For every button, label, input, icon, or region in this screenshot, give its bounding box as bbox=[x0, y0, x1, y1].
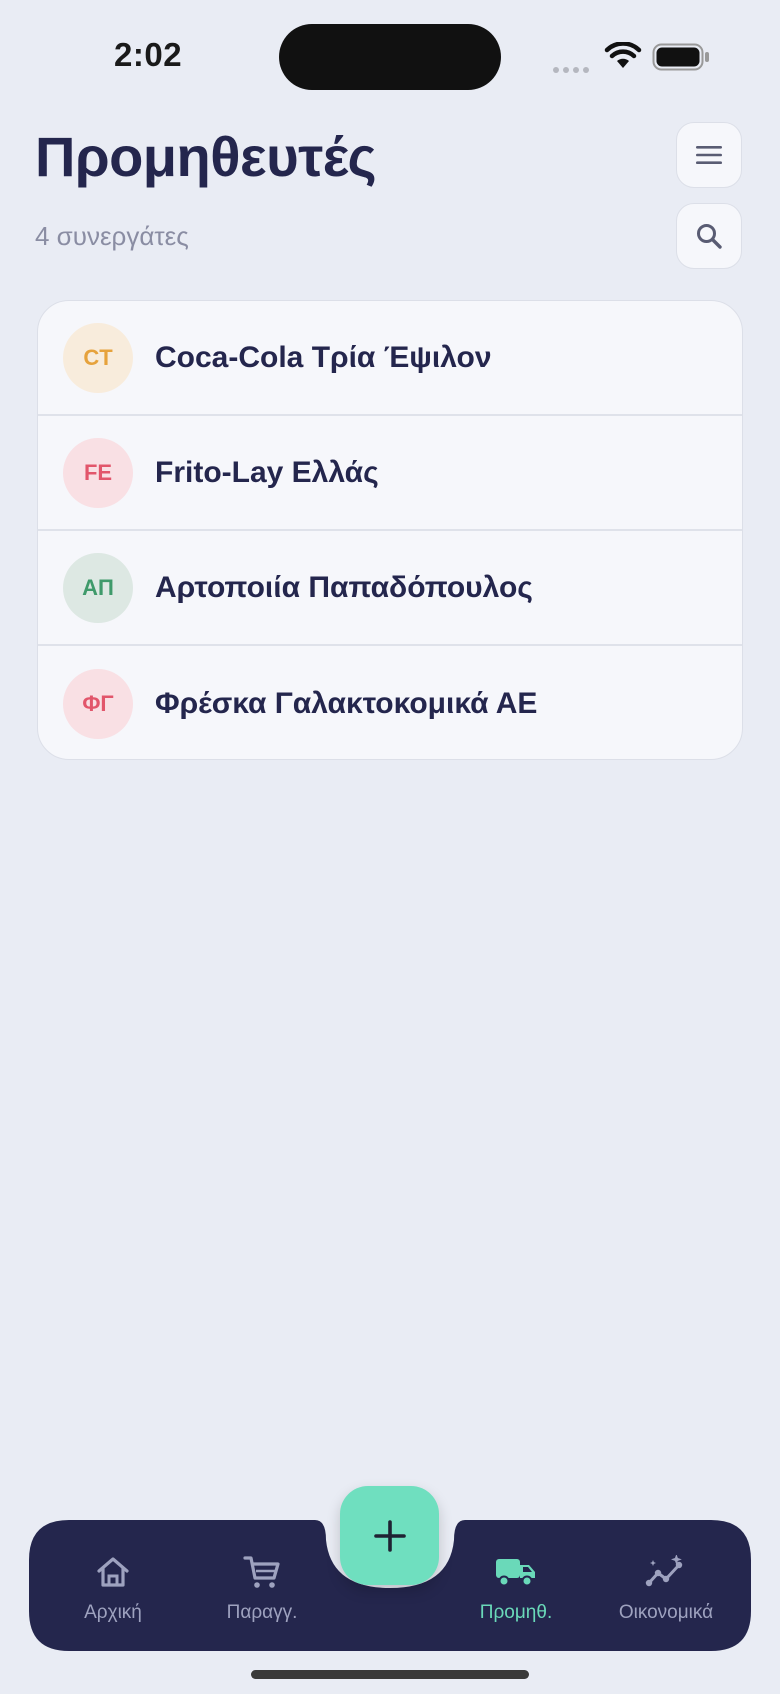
page-title: Προμηθευτές bbox=[35, 125, 377, 188]
truck-icon bbox=[496, 1559, 535, 1587]
add-button[interactable] bbox=[340, 1486, 439, 1585]
wifi-icon bbox=[604, 42, 642, 68]
supplier-row[interactable]: ΑΠ Αρτοποιία Παπαδόπουλος bbox=[38, 531, 742, 646]
tab-home-label: Αρχική bbox=[84, 1602, 142, 1623]
tab-suppliers[interactable]: Προμηθ. bbox=[441, 1520, 591, 1651]
plus-icon bbox=[373, 1519, 406, 1552]
supplier-row[interactable]: ΦΓ Φρέσκα Γαλακτοκομικά ΑΕ bbox=[38, 646, 742, 759]
home-indicator bbox=[251, 1670, 529, 1679]
tab-suppliers-label: Προμηθ. bbox=[479, 1602, 553, 1623]
status-bar: 2:02 bbox=[0, 0, 780, 110]
supplier-list: CT Coca-Cola Τρία Έψιλον FE Frito-Lay Ελ… bbox=[37, 300, 743, 760]
cellular-signal-icon bbox=[553, 60, 593, 78]
status-time: 2:02 bbox=[114, 36, 183, 73]
search-icon bbox=[697, 224, 722, 249]
tab-finance[interactable]: Οικονομικά bbox=[591, 1520, 741, 1651]
search-button[interactable] bbox=[676, 203, 742, 269]
tab-orders-label: Παραγγ. bbox=[226, 1602, 298, 1623]
supplier-name: Coca-Cola Τρία Έψιλον bbox=[155, 340, 492, 374]
tab-home[interactable]: Αρχική bbox=[38, 1520, 188, 1651]
supplier-avatar: ΑΠ bbox=[63, 552, 133, 623]
supplier-name: Αρτοποιία Παπαδόπουλος bbox=[155, 570, 533, 604]
supplier-name: Φρέσκα Γαλακτοκομικά ΑΕ bbox=[155, 686, 538, 720]
partner-count: 4 συνεργάτες bbox=[35, 221, 189, 251]
dynamic-island bbox=[279, 24, 501, 90]
supplier-name: Frito-Lay Ελλάς bbox=[155, 455, 379, 489]
hamburger-menu-icon bbox=[696, 146, 722, 164]
tab-orders[interactable]: Παραγγ. bbox=[187, 1520, 337, 1651]
supplier-row[interactable]: FE Frito-Lay Ελλάς bbox=[38, 416, 742, 531]
supplier-avatar: ΦΓ bbox=[63, 668, 133, 739]
cart-icon bbox=[243, 1556, 280, 1588]
analytics-icon bbox=[645, 1555, 683, 1587]
home-icon bbox=[97, 1557, 129, 1587]
menu-button[interactable] bbox=[676, 122, 742, 188]
battery-icon bbox=[652, 43, 709, 71]
supplier-avatar: FE bbox=[63, 437, 133, 508]
supplier-row[interactable]: CT Coca-Cola Τρία Έψιλον bbox=[38, 301, 742, 416]
supplier-avatar: CT bbox=[63, 322, 133, 393]
tab-finance-label: Οικονομικά bbox=[618, 1602, 714, 1623]
